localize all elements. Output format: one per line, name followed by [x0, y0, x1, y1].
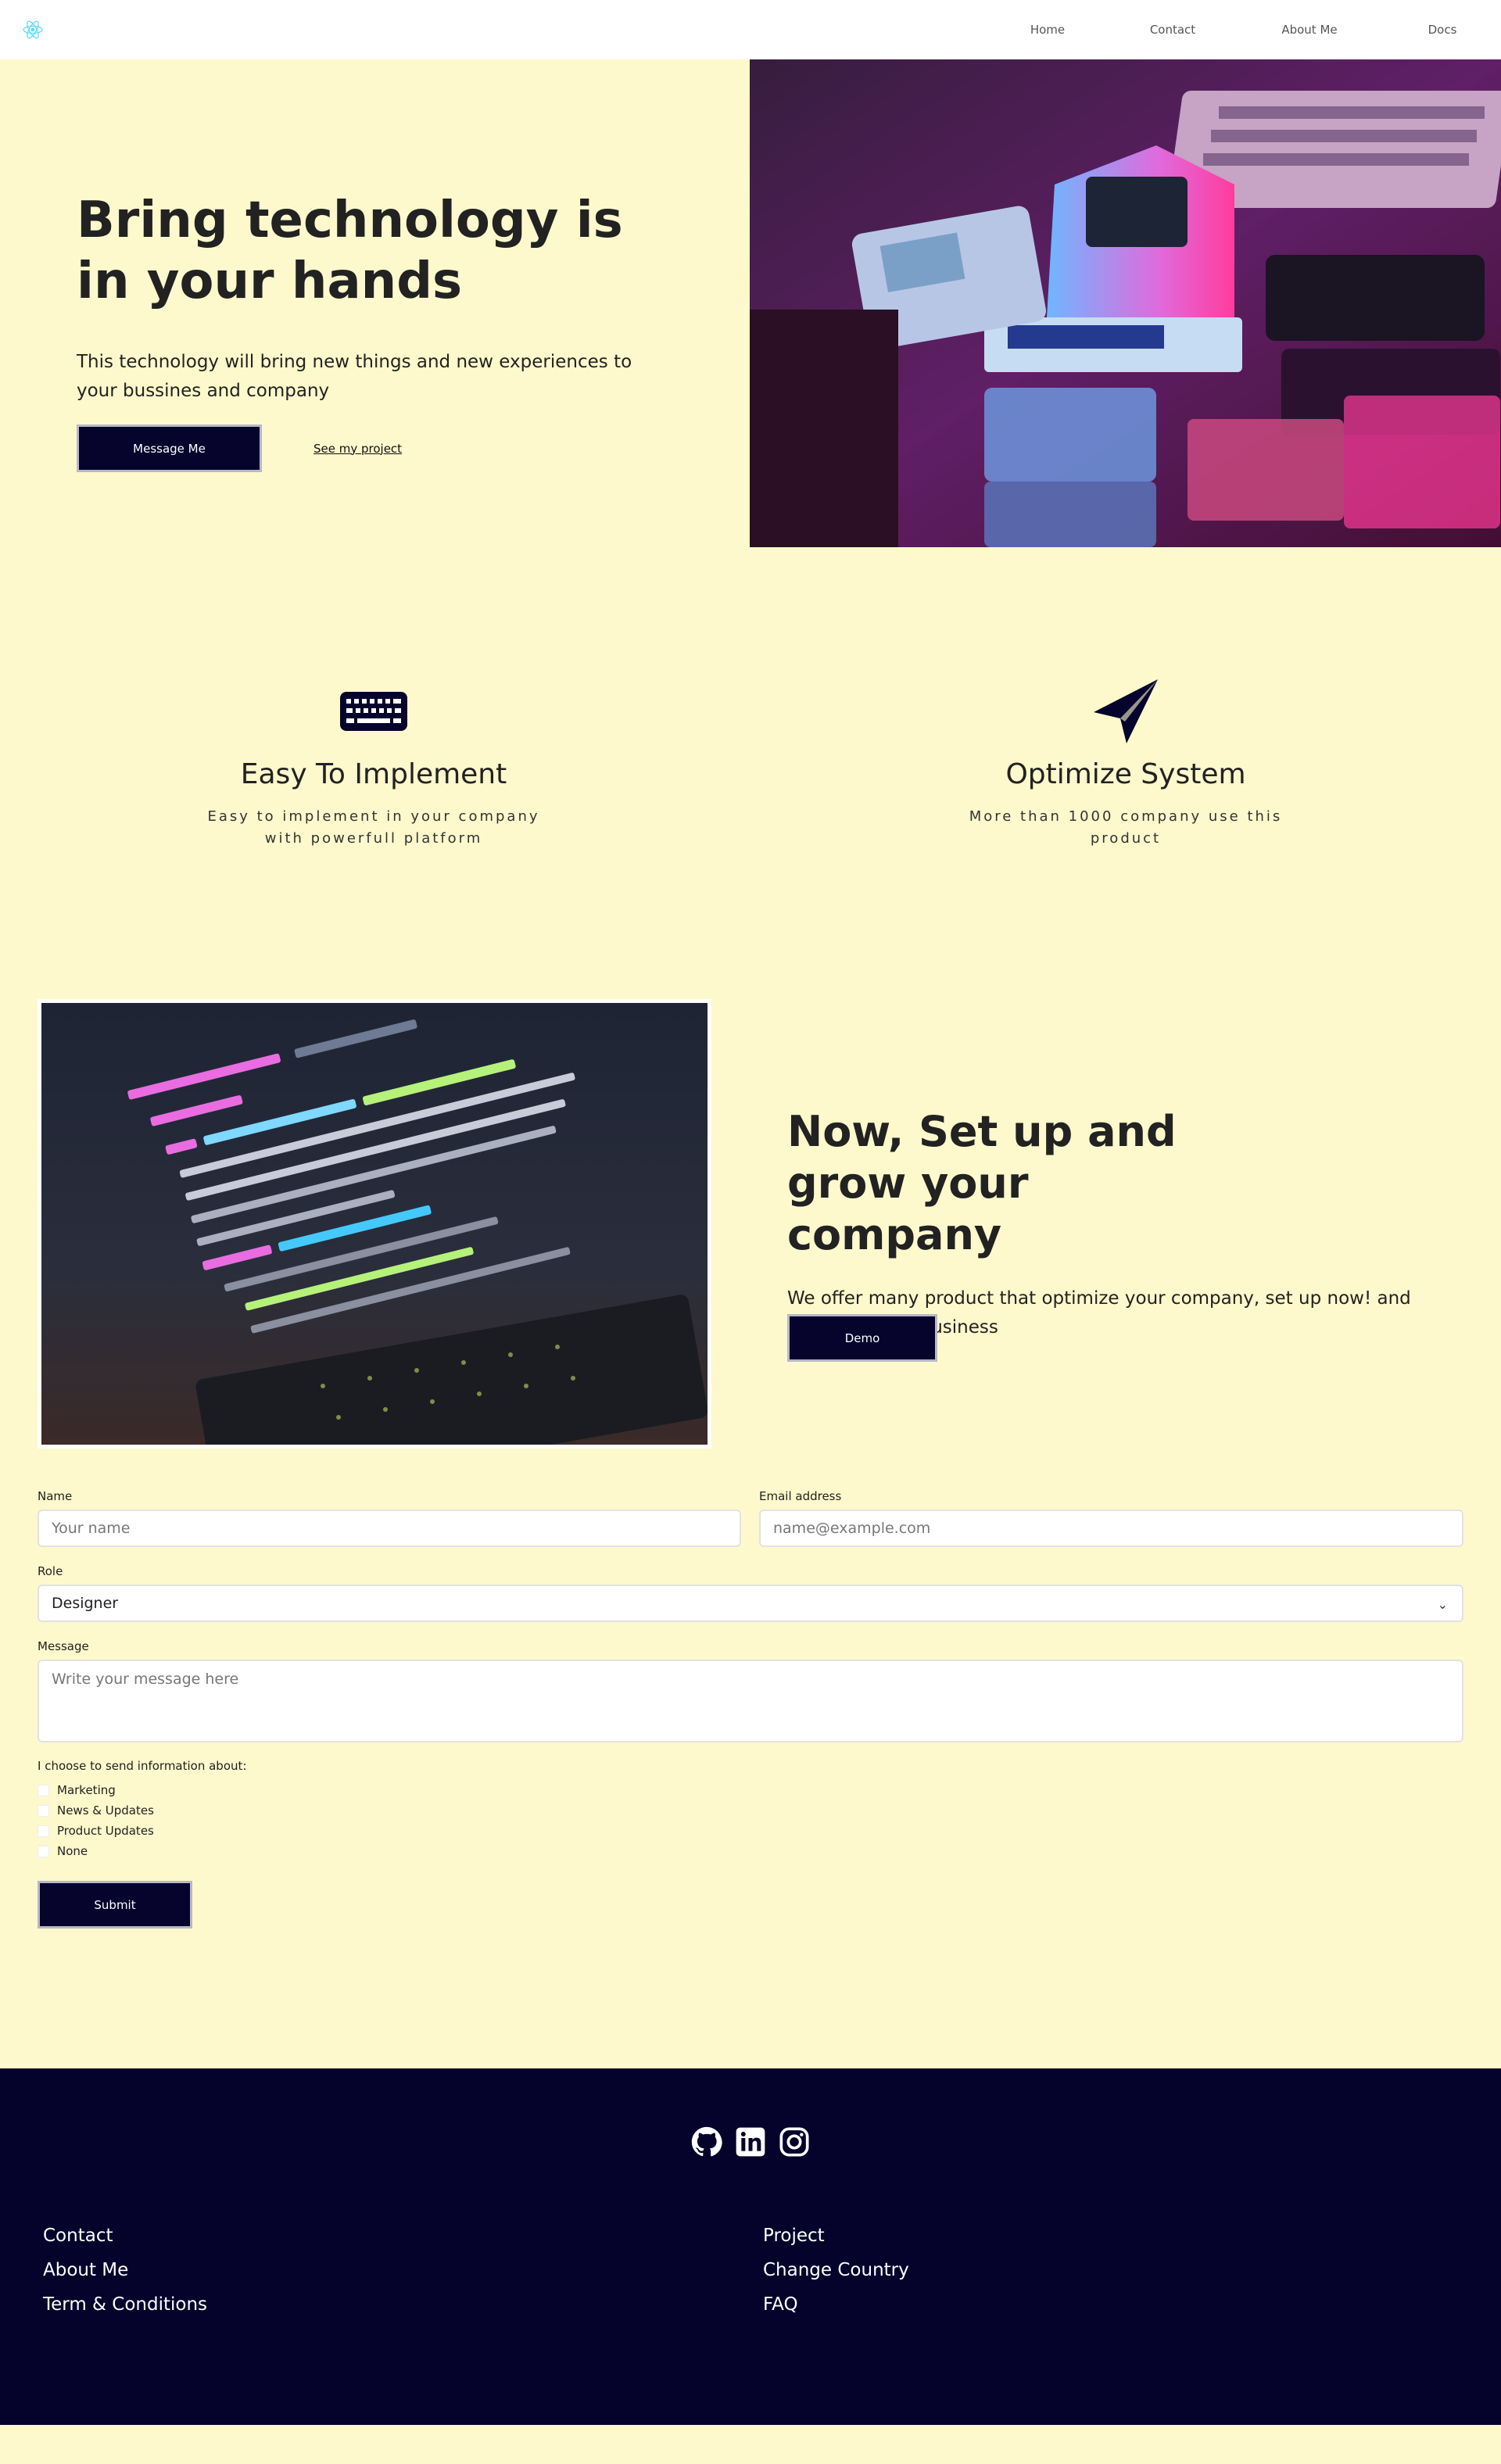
footer-link-terms[interactable]: Term & Conditions	[43, 2287, 207, 2322]
hero-description: This technology will bring new things an…	[77, 352, 632, 401]
checkbox-box[interactable]	[38, 1804, 49, 1817]
setup-text: Now, Set up and grow your company We off…	[787, 1106, 1460, 1362]
nav-link-contact[interactable]: Contact	[1110, 23, 1235, 37]
checkbox-label: Marketing	[57, 1783, 116, 1797]
linkedin-icon[interactable]	[735, 2126, 766, 2158]
checkbox-box[interactable]	[38, 1845, 49, 1857]
see-project-link[interactable]: See my project	[313, 442, 402, 456]
nav-link-docs[interactable]: Docs	[1384, 23, 1501, 37]
checkbox-label: News & Updates	[57, 1803, 154, 1818]
feature-title: Easy To Implement	[240, 758, 507, 790]
paper-plane-icon	[1094, 679, 1158, 743]
setup-title: Now, Set up and grow your company	[787, 1107, 1177, 1259]
hero-actions: Message Me See my project	[77, 424, 402, 472]
submit-button[interactable]: Submit	[38, 1881, 192, 1929]
checkbox-product-updates[interactable]: Product Updates	[38, 1821, 154, 1841]
checkbox-label: Product Updates	[57, 1824, 154, 1838]
choices-group: Marketing News & Updates Product Updates…	[38, 1780, 154, 1861]
hero-retro-computer-image	[750, 59, 1501, 547]
hero-text: Bring technology is in your hands This t…	[77, 190, 671, 406]
nav-links: Home Contact About Me Docs	[985, 0, 1501, 59]
role-label: Role	[38, 1564, 63, 1578]
checkbox-none[interactable]: None	[38, 1841, 154, 1861]
email-input[interactable]: name@example.com	[759, 1510, 1463, 1547]
top-navbar: Home Contact About Me Docs	[0, 0, 1501, 59]
setup-section: Now, Set up and grow your company We off…	[0, 999, 1501, 1485]
nav-link-home[interactable]: Home	[985, 23, 1110, 37]
feature-easy-implement: Easy To Implement Easy to implement in y…	[202, 672, 546, 850]
code-laptop-image	[38, 999, 711, 1449]
keyboard-icon	[340, 692, 407, 731]
checkbox-box[interactable]	[38, 1784, 49, 1796]
instagram-icon[interactable]	[779, 2126, 810, 2158]
role-select[interactable]: Designer ⌄	[38, 1585, 1463, 1622]
hero-section: Bring technology is in your hands This t…	[0, 59, 1501, 547]
checkbox-box[interactable]	[38, 1825, 49, 1837]
feature-title: Optimize System	[1005, 758, 1246, 790]
nav-link-about-me[interactable]: About Me	[1235, 23, 1384, 37]
footer-column-left: Contact About Me Term & Conditions	[43, 2219, 207, 2322]
choices-label: I choose to send information about:	[38, 1759, 247, 1773]
feature-optimize-system: Optimize System More than 1000 company u…	[954, 672, 1298, 850]
github-icon[interactable]	[691, 2126, 722, 2158]
social-links	[691, 2126, 822, 2158]
message-label: Message	[38, 1639, 89, 1653]
footer-column-right: Project Change Country FAQ	[763, 2219, 909, 2322]
chevron-down-icon: ⌄	[1437, 1597, 1448, 1612]
hero-title: Bring technology is in your hands	[77, 192, 623, 310]
features-section: Easy To Implement Easy to implement in y…	[0, 547, 1501, 999]
checkbox-news-updates[interactable]: News & Updates	[38, 1800, 154, 1821]
footer-link-faq[interactable]: FAQ	[763, 2287, 909, 2322]
footer: Contact About Me Term & Conditions Proje…	[0, 2068, 1501, 2425]
contact-form: Name Your name Email address name@exampl…	[0, 1485, 1501, 2068]
demo-button[interactable]: Demo	[787, 1314, 937, 1362]
feature-text: Easy to implement in your company with p…	[207, 808, 540, 847]
footer-link-about-me[interactable]: About Me	[43, 2253, 207, 2287]
footer-link-change-country[interactable]: Change Country	[763, 2253, 909, 2287]
checkbox-marketing[interactable]: Marketing	[38, 1780, 154, 1800]
name-input[interactable]: Your name	[38, 1510, 741, 1547]
react-logo-icon[interactable]	[20, 17, 45, 42]
message-textarea[interactable]: Write your message here	[38, 1660, 1463, 1742]
footer-link-project[interactable]: Project	[763, 2219, 909, 2253]
email-label: Email address	[759, 1489, 842, 1503]
role-select-value: Designer	[52, 1595, 119, 1612]
name-label: Name	[38, 1489, 73, 1503]
message-me-button[interactable]: Message Me	[77, 424, 262, 472]
feature-text: More than 1000 company use this product	[969, 808, 1283, 847]
footer-link-contact[interactable]: Contact	[43, 2219, 207, 2253]
checkbox-label: None	[57, 1844, 88, 1858]
